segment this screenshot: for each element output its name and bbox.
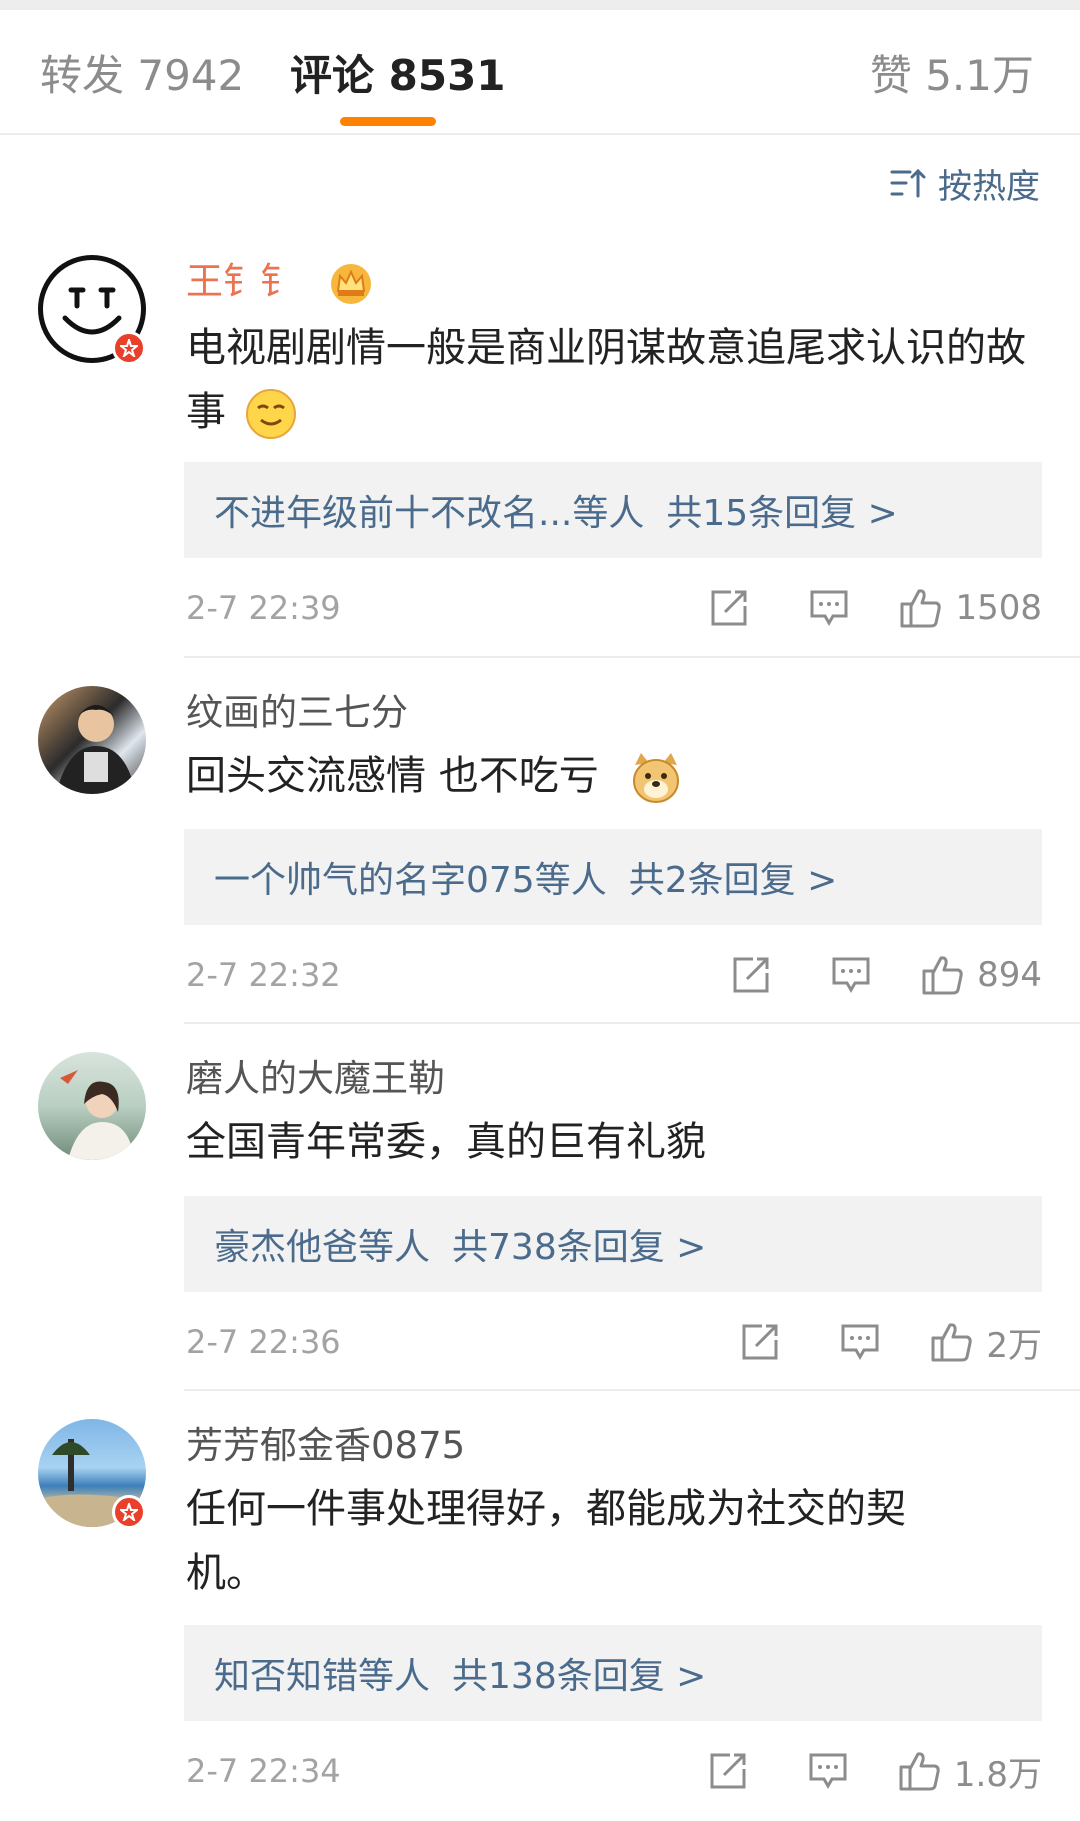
divider [184,1389,1080,1391]
like-count: 894 [977,955,1042,995]
like-count: 1.8万 [953,1754,1042,1795]
divider [184,1022,1080,1024]
share-icon [733,957,769,993]
comment-content: 任何一件事处理得好，都能成为社交的契机。 [186,1486,906,1596]
share-icon [711,590,747,626]
like-button[interactable]: 1508 [899,587,1042,629]
share-button[interactable] [708,1751,748,1791]
comment-time: 2-7 22:32 [186,956,341,994]
share-button[interactable] [740,1322,780,1362]
like-count: 1508 [955,588,1042,628]
share-button[interactable] [709,588,749,628]
crown-icon [330,263,371,304]
reply-preview[interactable]: 一个帅气的名字075等人 共2条回复 > [184,829,1042,925]
reply-total: 共15条回复 > [666,493,898,534]
username[interactable]: 芳芳郁金香0875 [186,1421,465,1471]
comment-actions: 1508 [709,583,1042,633]
comment-icon [832,957,870,994]
tab-repost[interactable]: 转发 7942 [40,48,244,104]
comment-actions: 2万 [740,1317,1042,1367]
verified-badge-icon [112,331,146,365]
share-icon [742,1324,778,1360]
reply-button[interactable] [840,1323,880,1361]
active-tab-indicator [340,117,436,126]
tab-like[interactable]: 赞 5.1万 [870,48,1034,104]
sort-icon [890,168,926,198]
avatar[interactable] [38,1052,146,1160]
share-button[interactable] [731,955,771,995]
username[interactable]: 王钅钅 [186,257,373,307]
thumbs-up-icon [899,1752,940,1791]
like-button[interactable]: 1.8万 [898,1747,1042,1796]
like-count: 2万 [986,1325,1042,1366]
person-photo-icon [60,1070,134,1160]
divider [184,656,1080,658]
sort-label: 按热度 [938,166,1040,207]
reply-total: 共738条回复 > [452,1227,707,1268]
comment-content: 回头交流感情 也不吃亏 [186,744,1046,808]
comment-time: 2-7 22:36 [186,1323,341,1361]
person-photo-icon [56,705,136,794]
like-button[interactable]: 894 [921,954,1042,996]
username[interactable]: 纹画的三七分 [186,688,408,738]
reply-preview[interactable]: 知否知错等人 共138条回复 > [184,1625,1042,1721]
tab-bar: 转发 7942 评论 8531 赞 5.1万 [0,10,1080,135]
comment-icon [841,1324,879,1361]
comment-content: 电视剧剧情一般是商业阴谋故意追尾求认识的故事 [186,316,1046,444]
comment-content: 全国青年常委，真的巨有礼貌 [186,1119,706,1165]
comment-icon [809,1753,847,1790]
doge-emoji-icon [633,753,680,803]
reply-button[interactable] [831,956,871,994]
verified-badge-icon [112,1495,146,1529]
reply-users: 不进年级前十不改名...等人 [214,493,645,534]
reply-total: 共138条回复 > [452,1656,707,1697]
reply-users: 知否知错等人 [214,1656,431,1697]
reply-button[interactable] [809,589,849,627]
thumbs-up-icon [931,1323,973,1362]
thumbs-up-icon [922,956,963,995]
username[interactable]: 磨人的大魔王勒 [186,1054,445,1104]
smirk-emoji-icon [245,389,296,439]
comment-time: 2-7 22:39 [186,589,341,627]
reply-button[interactable] [808,1752,848,1790]
comment-actions: 1.8万 [708,1746,1042,1796]
reply-preview[interactable]: 豪杰他爸等人 共738条回复 > [184,1196,1042,1292]
thumbs-up-icon [900,589,942,628]
share-icon [710,1753,746,1789]
reply-preview[interactable]: 不进年级前十不改名...等人 共15条回复 > [184,462,1042,558]
comment-actions: 894 [731,950,1042,1000]
top-strip [0,0,1080,10]
reply-users: 一个帅气的名字075等人 [214,860,607,901]
avatar[interactable] [38,686,146,794]
comment-icon [810,590,848,627]
reply-users: 豪杰他爸等人 [214,1227,431,1268]
sort-button[interactable]: 按热度 [890,158,1040,208]
like-button[interactable]: 2万 [930,1318,1042,1367]
comment-time: 2-7 22:34 [186,1752,341,1790]
reply-total: 共2条回复 > [628,860,838,901]
